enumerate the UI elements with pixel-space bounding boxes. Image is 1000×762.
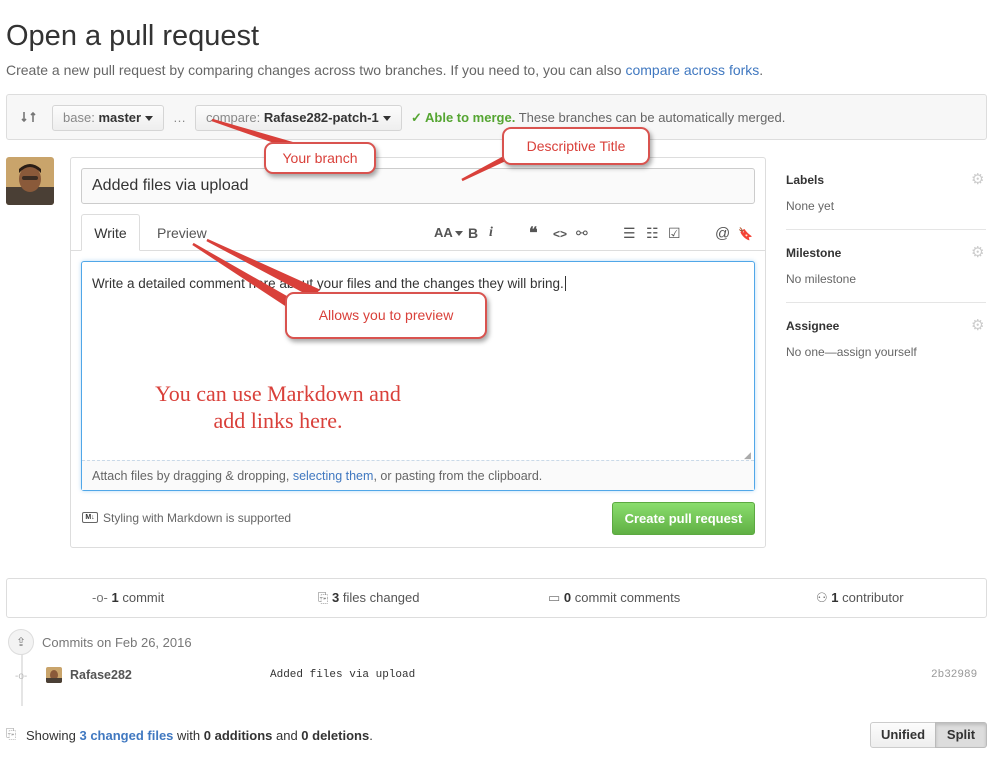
base-branch-name: master xyxy=(98,110,142,125)
allows-preview-callout: Allows you to preview xyxy=(285,292,487,339)
commit-dot-icon: -o- xyxy=(15,671,28,682)
italic-icon[interactable]: i xyxy=(489,225,493,241)
commit-author-link[interactable]: Rafase282 xyxy=(70,668,132,682)
selecting-them-link[interactable]: selecting them xyxy=(293,469,374,483)
markdown-note-link[interactable]: Styling with Markdown is supported xyxy=(103,511,291,525)
milestone-value: No milestone xyxy=(786,272,857,286)
commit-message-link[interactable]: Added files via upload xyxy=(270,669,415,681)
descriptive-title-callout: Descriptive Title xyxy=(502,127,650,165)
repo-push-icon: ⇪ xyxy=(8,629,34,655)
commit-sha-link[interactable]: 2b32989 xyxy=(931,669,977,681)
merge-status: ✓ Able to merge. These branches can be a… xyxy=(411,110,785,126)
your-branch-callout: Your branch xyxy=(264,142,376,174)
chevron-down-icon xyxy=(454,231,463,237)
labels-value: None yet xyxy=(786,199,835,213)
bookmark-icon[interactable]: 🔖 xyxy=(738,227,753,241)
comments-stat[interactable]: ▭ 0 commit comments xyxy=(548,590,680,606)
merge-note: These branches can be automatically merg… xyxy=(518,110,786,125)
unordered-list-icon[interactable]: ☰ xyxy=(623,225,636,242)
header-icon[interactable]: AA xyxy=(434,225,463,240)
assignee-value[interactable]: No one—assign yourself xyxy=(786,345,917,359)
range-ellipsis: … xyxy=(173,110,186,125)
compare-branch-button[interactable]: compare: Rafase282-patch-1 xyxy=(195,105,402,131)
sidebar-divider xyxy=(786,229,986,230)
gear-icon[interactable]: ⚙ xyxy=(971,243,984,261)
attach-files-area[interactable]: Attach files by dragging & dropping, sel… xyxy=(82,460,754,490)
ordered-list-icon[interactable]: ☷ xyxy=(646,225,659,242)
commits-date-header: Commits on Feb 26, 2016 xyxy=(42,635,192,650)
quote-icon[interactable]: ❝ xyxy=(529,223,538,243)
compare-arrows-icon xyxy=(21,109,37,128)
unified-view-button[interactable]: Unified xyxy=(870,722,936,748)
files-stat[interactable]: ⎘ 3 files changed xyxy=(318,590,420,606)
chevron-down-icon xyxy=(145,116,154,122)
page-subtitle: Create a new pull request by comparing c… xyxy=(6,62,763,78)
changed-files-link[interactable]: 3 changed files xyxy=(79,728,173,743)
create-pull-request-button[interactable]: Create pull request xyxy=(612,502,755,535)
file-diff-icon: ⎘ xyxy=(318,590,329,605)
organization-icon: ⚇ xyxy=(816,590,828,605)
tab-preview[interactable]: Preview xyxy=(157,225,207,241)
markdown-icon: M↓ xyxy=(82,512,98,523)
comment-text: Write a detailed comment here about your… xyxy=(92,276,566,291)
gear-icon[interactable]: ⚙ xyxy=(971,170,984,188)
commit-icon: -o- xyxy=(92,590,108,605)
base-prefix: base: xyxy=(63,110,95,125)
contributors-stat[interactable]: ⚇ 1 contributor xyxy=(816,590,904,606)
link-icon[interactable]: ⚯ xyxy=(576,225,588,242)
diff-summary: Showing 3 changed files with 0 additions… xyxy=(26,728,373,743)
comment-icon: ▭ xyxy=(548,590,561,605)
subtitle-text: Create a new pull request by comparing c… xyxy=(6,62,626,78)
compare-across-forks-link[interactable]: compare across forks xyxy=(625,62,759,78)
tab-write[interactable]: Write xyxy=(81,214,140,251)
sidebar-divider xyxy=(786,302,986,303)
code-icon[interactable]: <> xyxy=(553,227,567,241)
milestone-title[interactable]: Milestone xyxy=(786,246,841,260)
attach-suffix: , or pasting from the clipboard. xyxy=(373,469,543,483)
labels-title[interactable]: Labels xyxy=(786,173,824,187)
markdown-annotation: You can use Markdown and add links here. xyxy=(155,381,401,433)
tab-divider xyxy=(71,250,765,251)
base-branch-button[interactable]: base: master xyxy=(52,105,165,131)
compare-branch-name: Rafase282-patch-1 xyxy=(263,110,379,125)
avatar[interactable] xyxy=(6,157,54,205)
avatar[interactable] xyxy=(46,667,62,683)
assignee-title[interactable]: Assignee xyxy=(786,319,839,333)
mention-icon[interactable]: @ xyxy=(715,225,730,242)
compare-prefix: compare: xyxy=(206,110,261,125)
chevron-down-icon xyxy=(382,116,391,122)
task-list-icon[interactable]: ☑ xyxy=(668,225,681,242)
gear-icon[interactable]: ⚙ xyxy=(971,316,984,334)
subtitle-end: . xyxy=(759,62,764,78)
page-title: Open a pull request xyxy=(6,20,260,52)
split-view-button[interactable]: Split xyxy=(935,722,987,748)
file-diff-icon: ⎘ xyxy=(6,726,17,741)
commits-stat[interactable]: -o- 1 commit xyxy=(92,590,164,605)
title-input[interactable]: Added files via upload xyxy=(81,168,755,204)
attach-prefix: Attach files by dragging & dropping, xyxy=(92,469,293,483)
text-cursor xyxy=(564,276,566,291)
merge-status-label: ✓ Able to merge. xyxy=(411,110,516,125)
bold-icon[interactable]: B xyxy=(468,225,478,241)
